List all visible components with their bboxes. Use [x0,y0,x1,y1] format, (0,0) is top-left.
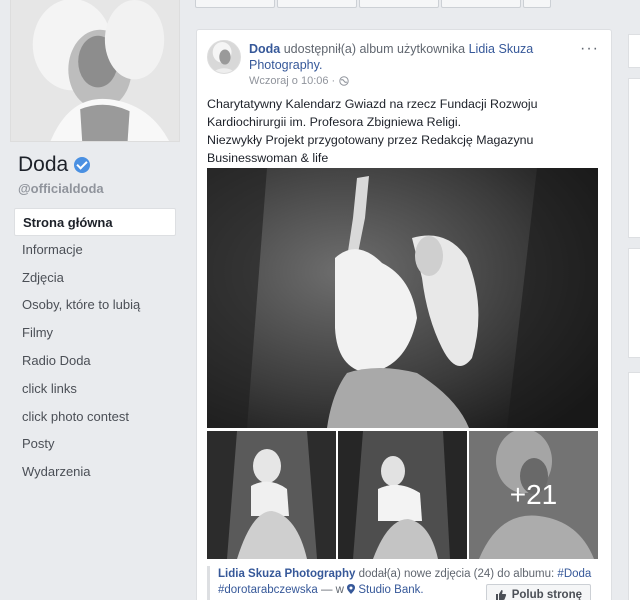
shared-action: dodał(a) nowe zdjęcia (24) do albumu: [358,568,555,580]
album-hashtag-link[interactable]: #Doda [557,568,591,580]
location-link[interactable]: Studio Bank. [358,584,423,596]
nav-item-likes[interactable]: Osoby, które to lubią [14,291,176,319]
right-column-card [628,372,640,600]
nav-item-about[interactable]: Informacje [14,236,176,264]
profile-picture[interactable] [10,0,180,142]
post-text-line: Niezwykły Projekt przygotowany przez Red… [207,133,534,147]
nav-item-posts[interactable]: Posty [14,430,176,458]
post-main-photo[interactable] [207,168,598,428]
post-verb-2: użytkownika [397,42,466,56]
page-name[interactable]: Doda [18,153,91,177]
nav-item-click-photo-contest[interactable]: click photo contest [14,403,176,431]
post-text-line: Kardiochirurgii im. Profesora Zbigniewa … [207,115,462,129]
top-action-button[interactable] [195,0,275,8]
post-text: Charytatywny Kalendarz Gwiazd na rzecz F… [207,95,602,167]
nav-item-photos[interactable]: Zdjęcia [14,264,176,292]
post-header: Doda udostępnił(a) album użytkownika Lid… [249,41,579,73]
location-pin-icon [347,584,356,594]
post-timestamp[interactable]: Wczoraj o 10:06 · [249,75,335,87]
page-navigation: Strona główna Informacje Zdjęcia Osoby, … [14,208,176,486]
top-action-strip [195,0,615,10]
post-options-icon[interactable]: ··· [580,40,599,58]
top-action-button[interactable] [277,0,357,8]
post-text-line: Charytatywny Kalendarz Gwiazd na rzecz F… [207,97,538,111]
hashtag-link[interactable]: #dorotarabczewska [218,584,318,596]
thumbs-up-icon [495,590,506,600]
verified-badge-icon [74,157,91,173]
right-column-card [628,78,640,238]
post-text-line: Businesswoman & life [207,151,329,165]
left-column: Doda @officialdoda Strona główna Informa… [0,0,185,600]
like-page-button[interactable]: Polub stronę [485,584,591,600]
nav-item-events[interactable]: Wydarzenia [14,458,176,486]
nav-item-videos[interactable]: Filmy [14,319,176,347]
right-column-card [628,248,640,358]
post-meta: Wczoraj o 10:06 · [249,75,349,87]
top-action-button[interactable] [359,0,439,8]
nav-item-radio-doda[interactable]: Radio Doda [14,347,176,375]
post-author-link[interactable]: Doda [249,42,280,56]
globe-icon [339,76,349,86]
right-column-card [628,34,640,68]
post-author-avatar[interactable] [207,40,241,74]
top-action-more-button[interactable] [523,0,551,8]
post-thumbnail[interactable] [207,431,336,559]
post-thumbnail-more[interactable]: +21 [469,431,598,559]
more-photos-count: +21 [469,431,598,559]
top-action-button[interactable] [441,0,521,8]
post-thumbnail-row: +21 [207,431,598,559]
post-card: Doda udostępnił(a) album użytkownika Lid… [196,29,612,600]
post-thumbnail[interactable] [338,431,467,559]
nav-item-click-links[interactable]: click links [14,375,176,403]
like-page-label: Polub stronę [511,589,582,600]
shared-location-separator: — w [320,584,344,596]
page-handle: @officialdoda [18,181,104,196]
shared-author-link[interactable]: Lidia Skuza Photography [218,568,355,580]
page-name-text: Doda [18,153,69,176]
post-verb: udostępnił(a) album [283,42,394,56]
nav-item-home[interactable]: Strona główna [14,208,176,236]
